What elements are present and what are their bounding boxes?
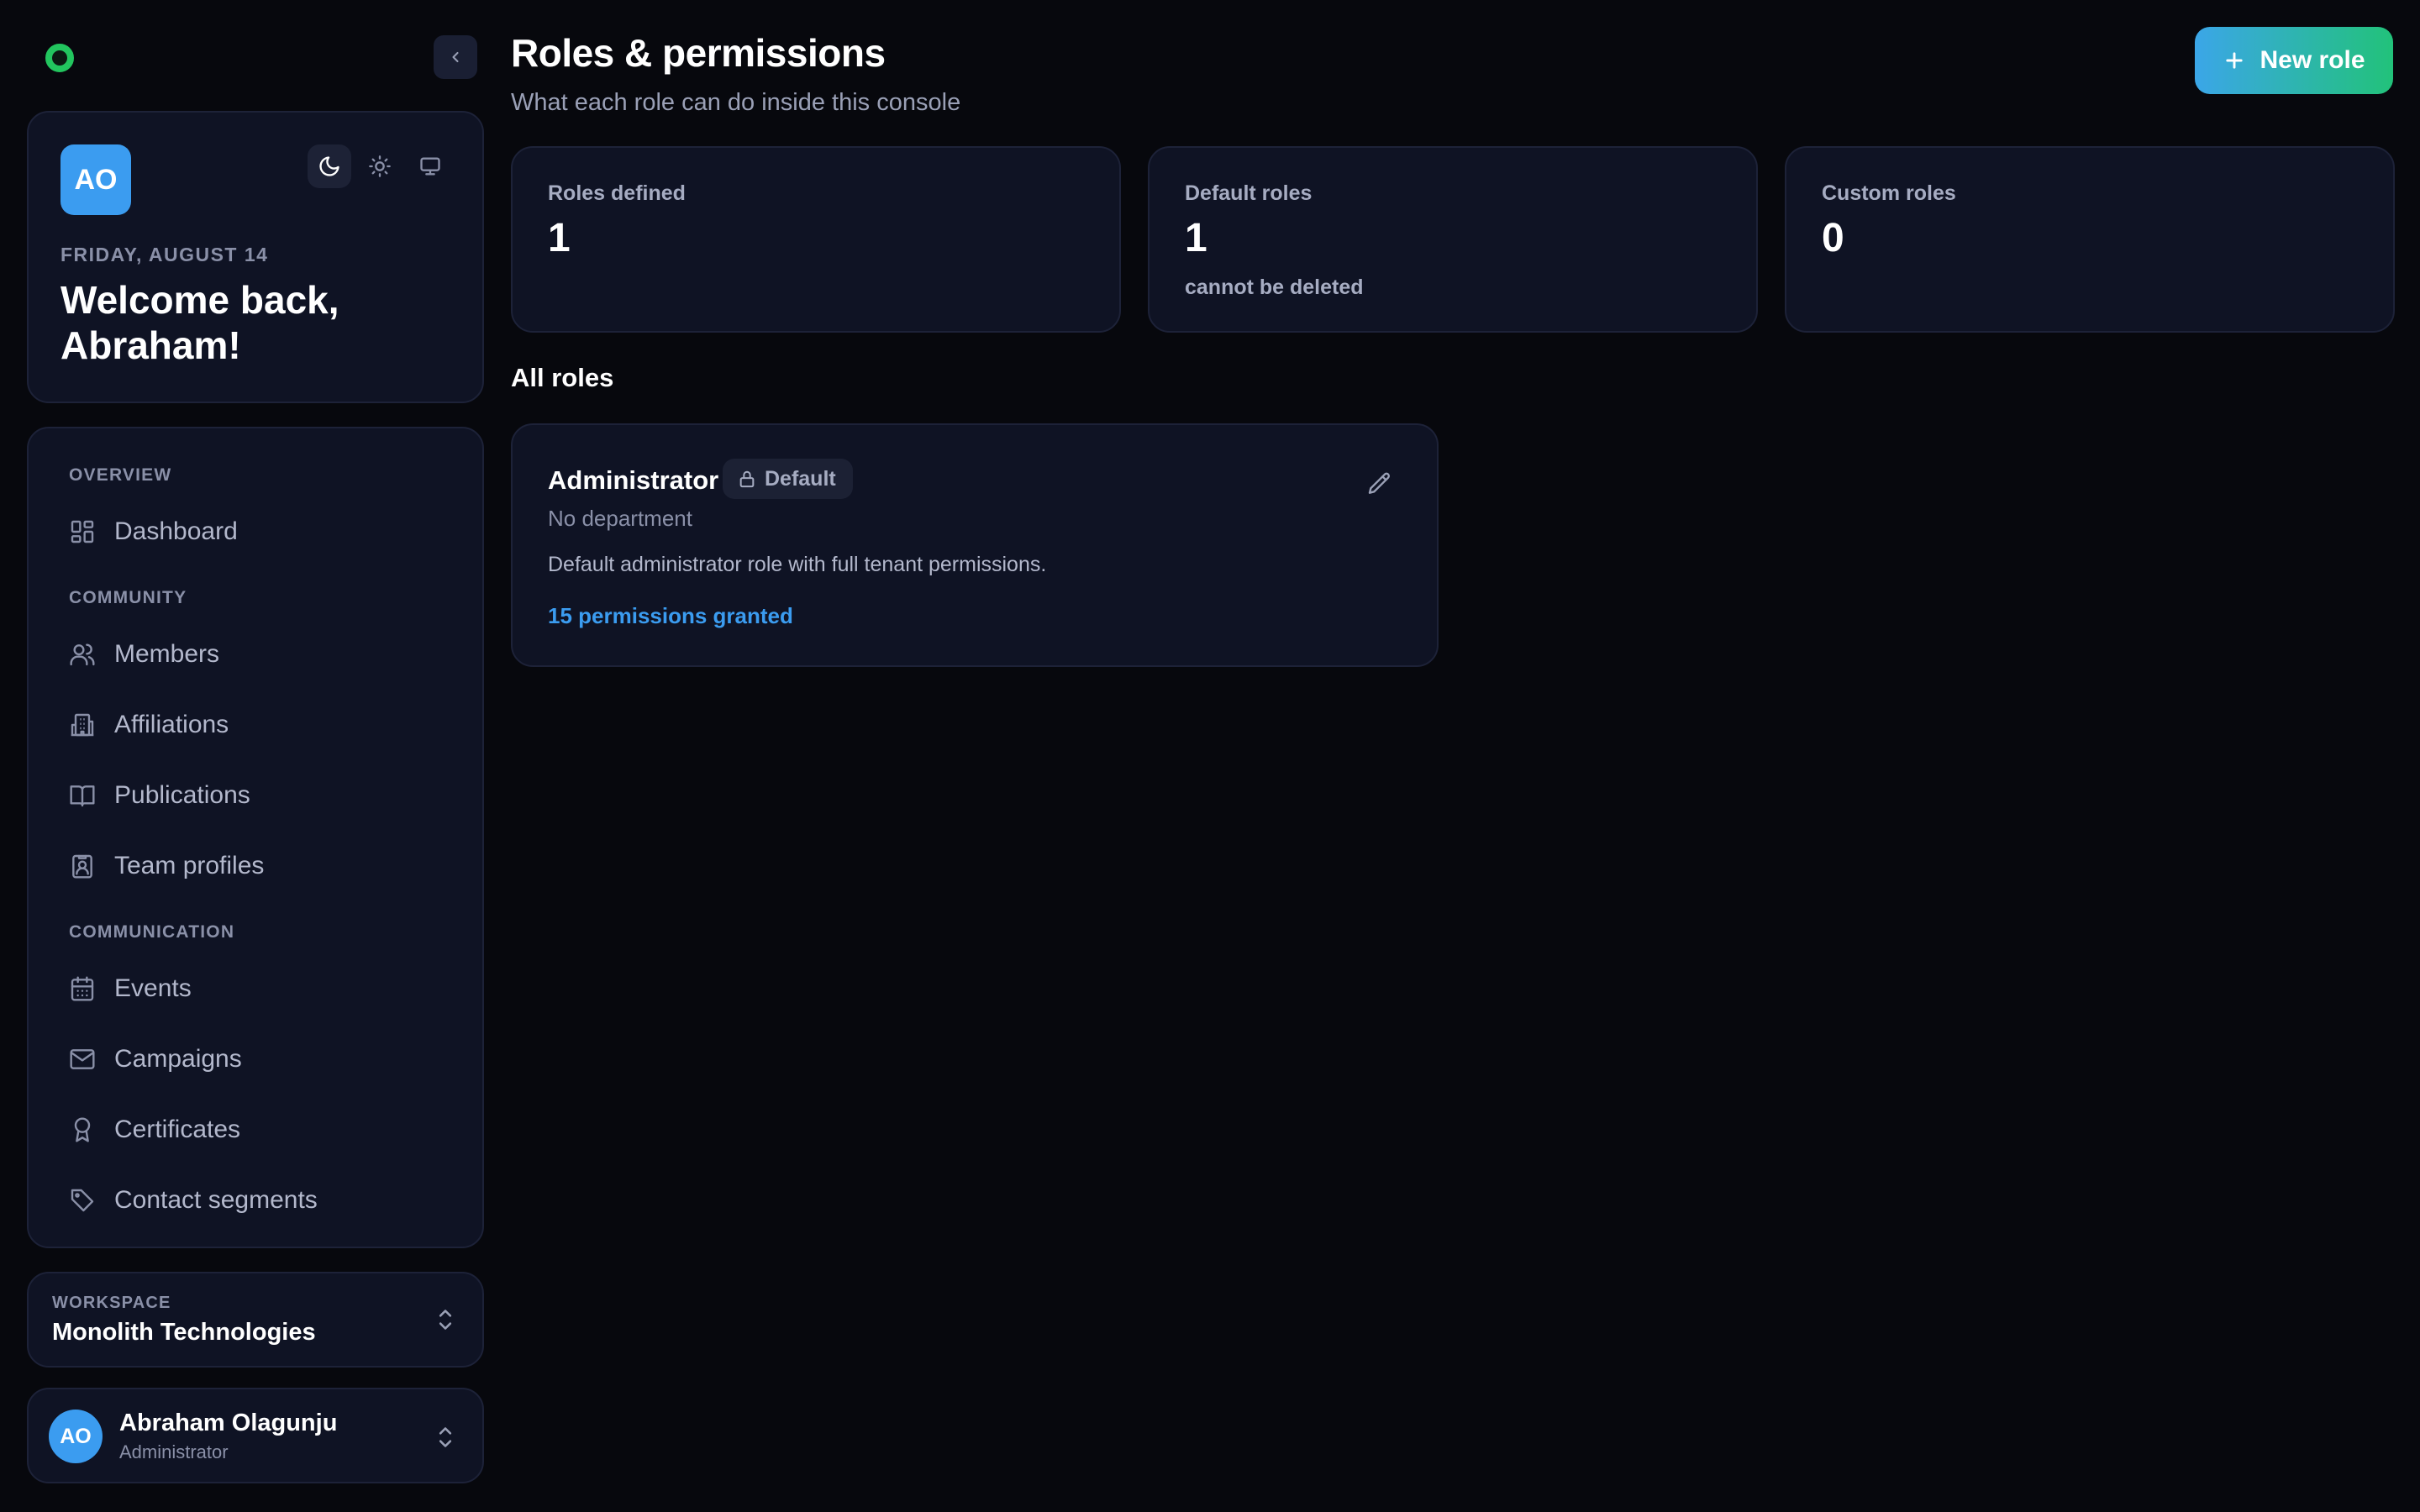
sidebar-item-certificates[interactable]: Certificates <box>49 1100 464 1159</box>
stat-card-default-roles: Default roles 1 cannot be deleted <box>1148 146 1758 333</box>
welcome-message: Welcome back, Abraham! <box>60 278 339 367</box>
sidebar-item-label: Dashboard <box>114 517 238 545</box>
chevron-up-down-icon <box>434 1305 457 1334</box>
sidebar-item-contact-segments[interactable]: Contact segments <box>49 1171 464 1230</box>
id-badge-icon <box>67 851 97 881</box>
light-theme-button[interactable] <box>358 144 402 188</box>
sidebar-item-label: Publications <box>114 781 250 809</box>
sun-icon <box>368 155 392 178</box>
plus-icon <box>2223 49 2246 72</box>
sidebar-item-campaigns[interactable]: Campaigns <box>49 1030 464 1089</box>
page-subtitle: What each role can do inside this consol… <box>511 89 961 116</box>
sidebar-item-label: Events <box>114 974 192 1002</box>
tag-icon <box>67 1185 97 1215</box>
stat-label: Default roles <box>1185 181 1313 205</box>
badge-label: Default <box>765 466 836 491</box>
stat-card-custom-roles: Custom roles 0 <box>1785 146 2395 333</box>
pencil-icon <box>1366 470 1393 497</box>
sidebar-item-dashboard[interactable]: Dashboard <box>49 502 464 561</box>
workspace-name: Monolith Technologies <box>52 1319 316 1346</box>
page-title: Roles & permissions <box>511 31 886 75</box>
stat-note: cannot be deleted <box>1185 276 1364 299</box>
app-logo[interactable] <box>45 44 74 72</box>
workspace-label: WORKSPACE <box>52 1294 171 1312</box>
stat-value: 1 <box>548 216 571 260</box>
new-role-button[interactable]: New role <box>2195 27 2393 94</box>
avatar[interactable]: AO <box>60 144 131 215</box>
profile-card: AO FRIDAY, AUGUST 14 Welcome back, Abrah… <box>27 111 484 403</box>
stat-label: Roles defined <box>548 181 686 205</box>
user-avatar: AO <box>49 1410 103 1463</box>
award-icon <box>67 1115 97 1145</box>
sidebar-item-label: Campaigns <box>114 1045 242 1073</box>
sidebar-item-affiliations[interactable]: Affiliations <box>49 696 464 754</box>
user-menu[interactable]: AO Abraham Olagunju Administrator <box>27 1388 484 1483</box>
nav-section-community: COMMUNITY <box>69 588 187 607</box>
stat-value: 1 <box>1185 216 1207 260</box>
calendar-icon <box>67 974 97 1004</box>
new-role-label: New role <box>2260 46 2365 74</box>
user-role: Administrator <box>119 1441 229 1462</box>
role-card-administrator[interactable]: Administrator Default No department Defa… <box>511 423 1439 667</box>
monitor-icon <box>418 155 442 178</box>
role-permissions-link[interactable]: 15 permissions granted <box>548 603 793 629</box>
stat-card-roles-defined: Roles defined 1 <box>511 146 1121 333</box>
stat-label: Custom roles <box>1822 181 1956 205</box>
sidebar-item-members[interactable]: Members <box>49 625 464 684</box>
building-icon <box>67 710 97 740</box>
sidebar-item-events[interactable]: Events <box>49 959 464 1018</box>
sidebar-item-publications[interactable]: Publications <box>49 766 464 825</box>
sidebar-item-label: Members <box>114 640 220 668</box>
sidebar-item-team-profiles[interactable]: Team profiles <box>49 837 464 895</box>
sidebar-nav: OVERVIEW Dashboard COMMUNITY Members Aff… <box>27 427 484 1248</box>
role-description: Default administrator role with full ten… <box>548 553 1047 576</box>
current-date: FRIDAY, AUGUST 14 <box>60 244 269 265</box>
nav-section-communication: COMMUNICATION <box>69 922 235 942</box>
mail-icon <box>67 1044 97 1074</box>
chevron-up-down-icon <box>434 1423 457 1452</box>
lock-icon <box>738 470 756 488</box>
role-department: No department <box>548 506 692 531</box>
dashboard-icon <box>67 517 97 547</box>
sidebar-item-label: Contact segments <box>114 1186 318 1214</box>
book-icon <box>67 780 97 811</box>
users-icon <box>67 639 97 669</box>
all-roles-heading: All roles <box>511 363 614 392</box>
sidebar-item-label: Team profiles <box>114 852 265 879</box>
moon-icon <box>318 155 341 178</box>
sidebar-item-label: Affiliations <box>114 711 229 738</box>
dark-theme-button[interactable] <box>308 144 351 188</box>
default-badge: Default <box>723 459 853 499</box>
workspace-switcher[interactable]: WORKSPACE Monolith Technologies <box>27 1272 484 1368</box>
collapse-sidebar-button[interactable] <box>434 35 477 79</box>
chevron-left-icon <box>447 49 464 66</box>
user-name: Abraham Olagunju <box>119 1410 338 1436</box>
stat-value: 0 <box>1822 216 1844 260</box>
sidebar-item-label: Certificates <box>114 1116 241 1143</box>
system-theme-button[interactable] <box>408 144 452 188</box>
edit-role-button[interactable] <box>1358 462 1402 506</box>
nav-section-overview: OVERVIEW <box>69 465 172 485</box>
role-name: Administrator <box>548 465 719 495</box>
